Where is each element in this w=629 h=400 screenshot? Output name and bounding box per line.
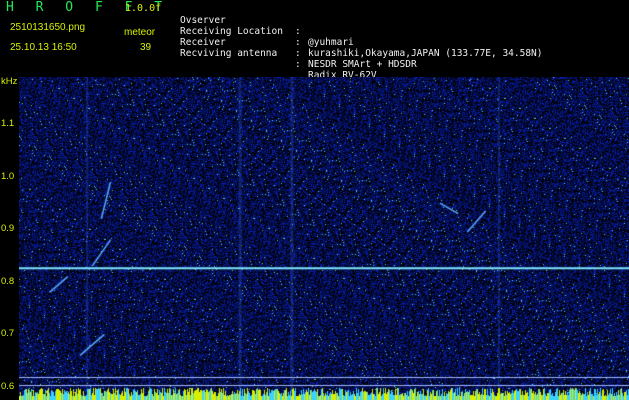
y-tick-label: 0.6	[1, 380, 15, 392]
hrofft-window: H R O F F T 1.0.0f 2510131650.png meteor…	[0, 0, 629, 400]
app-version: 1.0.0f	[125, 3, 162, 14]
info-sep: :	[295, 48, 301, 59]
y-axis-unit: kHz	[1, 76, 18, 87]
y-tick-label: 1.1	[1, 118, 15, 130]
datetime: 25.10.13 16:50	[10, 42, 77, 53]
spectrogram	[19, 77, 629, 400]
y-tick-label: 0.8	[1, 275, 15, 287]
info-sep: :	[295, 59, 301, 70]
y-tick-label: 0.9	[1, 223, 15, 235]
info-value: @yuhmari	[308, 37, 354, 48]
info-value: NESDR SMArt + HDSDR	[308, 59, 417, 70]
info-sep: :	[295, 26, 301, 37]
y-tick-label: 0.7	[1, 328, 15, 340]
meteor-label: meteor	[124, 27, 156, 38]
filename: 2510131650.png	[10, 22, 86, 33]
info-sep: :	[295, 37, 301, 48]
info-key: Recviving antenna	[180, 48, 278, 59]
y-tick-label: 1.0	[1, 170, 15, 182]
info-value: kurashiki,Okayama,JAPAN (133.77E, 34.58N…	[308, 48, 543, 59]
meteor-count: 39	[140, 42, 152, 53]
